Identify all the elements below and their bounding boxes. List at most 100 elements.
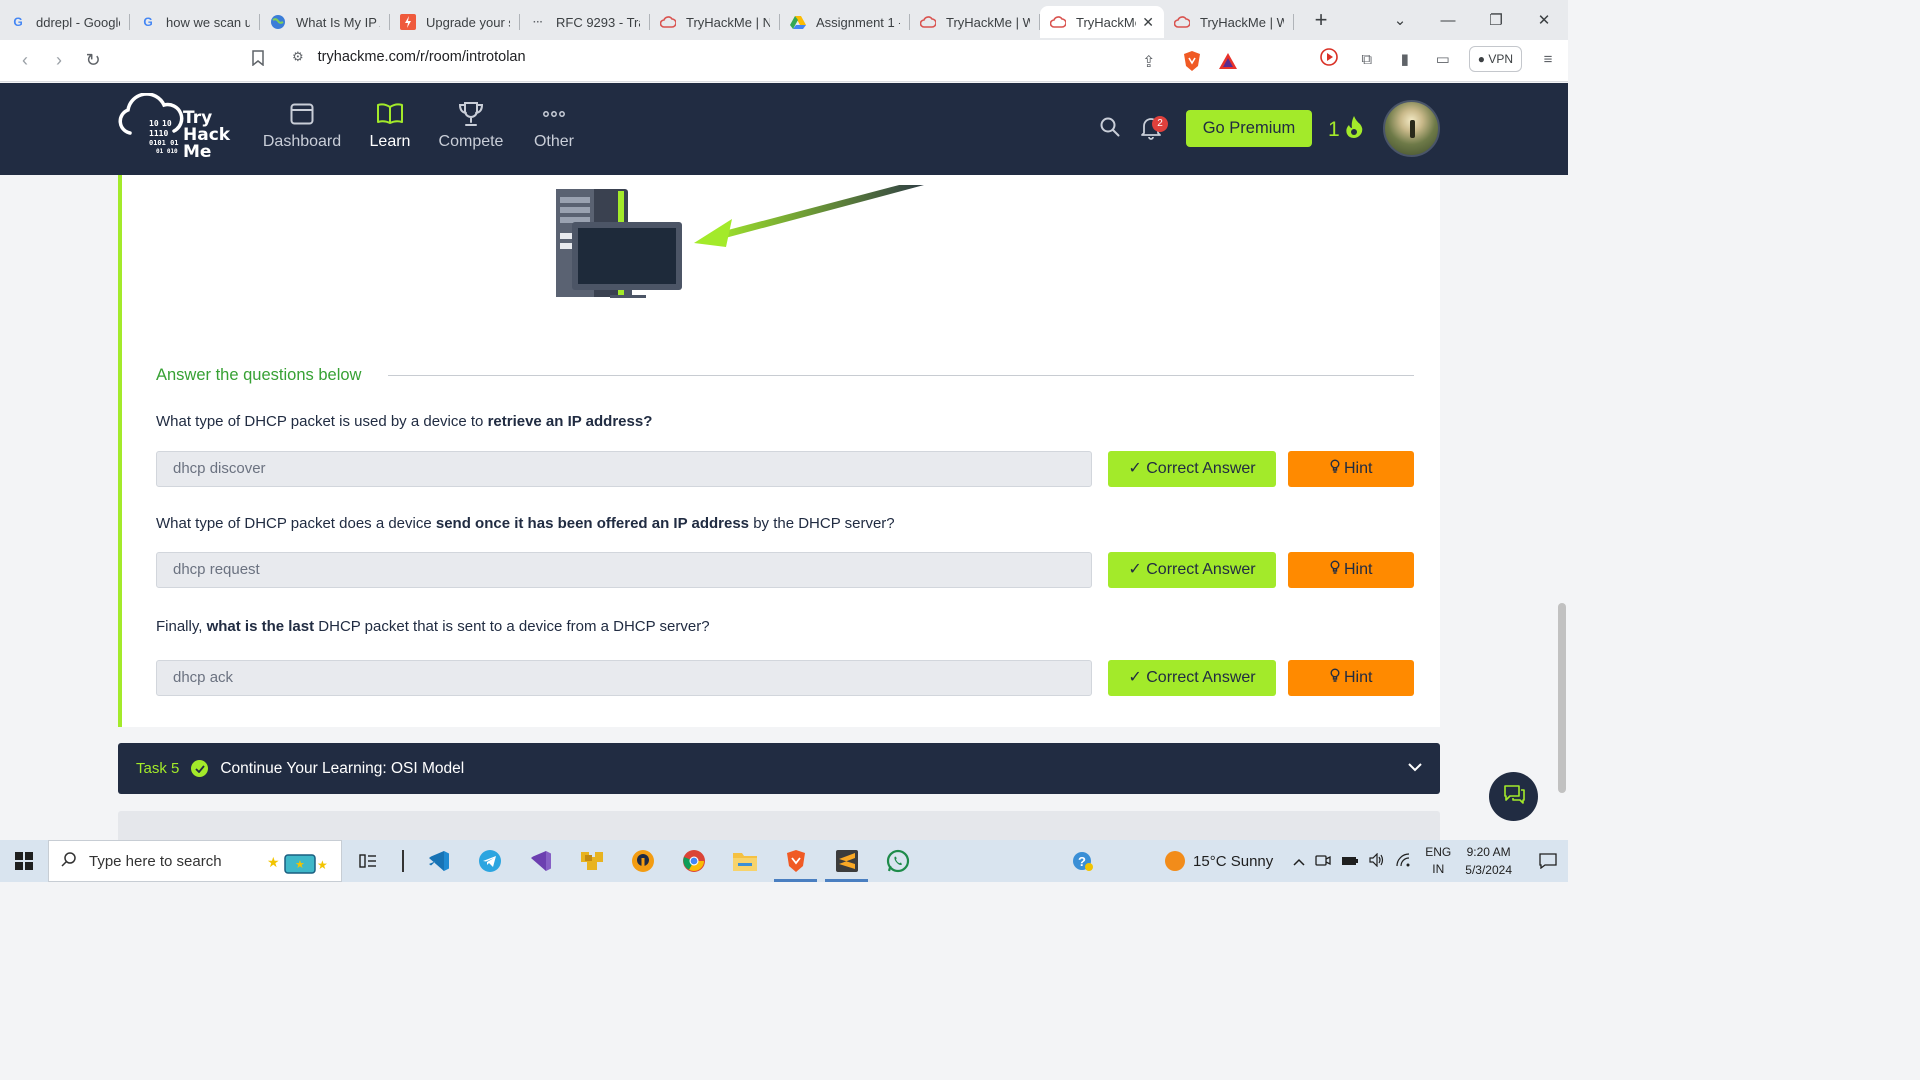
- tab-title: ddrepl - Google: [36, 14, 120, 30]
- next-card: [118, 811, 1440, 840]
- browser-tab[interactable]: TryHackMe | W: [1164, 6, 1294, 38]
- battery-icon[interactable]: [1341, 854, 1359, 869]
- windows-start-button[interactable]: [0, 840, 48, 882]
- share-icon[interactable]: ⇪: [1142, 52, 1155, 72]
- nav-other[interactable]: Other: [530, 99, 578, 151]
- restore-icon[interactable]: ❐: [1472, 11, 1520, 29]
- chevron-down-icon[interactable]: [1408, 759, 1422, 777]
- weather-widget[interactable]: 15°C Sunny: [1165, 851, 1273, 871]
- question-part: Finally,: [156, 618, 207, 635]
- forward-icon[interactable]: ›: [42, 50, 76, 71]
- telegram-icon[interactable]: [464, 840, 515, 882]
- nav-learn[interactable]: Learn: [366, 99, 414, 151]
- minimize-icon[interactable]: —: [1424, 12, 1472, 29]
- browser-tab[interactable]: TryHackMe | Ne: [650, 6, 780, 38]
- chat-button[interactable]: [1489, 772, 1538, 821]
- whatsapp-icon[interactable]: [872, 840, 923, 882]
- answer-field[interactable]: dhcp ack: [156, 660, 1092, 696]
- sublime-text-icon[interactable]: [821, 840, 872, 882]
- browser-tab[interactable]: What Is My IP A: [260, 6, 390, 38]
- tab-title: Upgrade your s: [426, 14, 510, 30]
- site-settings-icon[interactable]: ⚙: [292, 49, 304, 65]
- user-avatar[interactable]: [1383, 100, 1440, 157]
- svg-text:★: ★: [317, 858, 328, 872]
- help-icon[interactable]: ?: [1057, 840, 1108, 882]
- volume-icon[interactable]: [1369, 852, 1385, 870]
- check-icon: ✓: [1128, 561, 1142, 578]
- extensions-icon[interactable]: ⧉: [1355, 51, 1379, 68]
- brave-shield-icon[interactable]: [1182, 50, 1202, 72]
- page-scrollbar[interactable]: [1558, 603, 1566, 793]
- close-window-icon[interactable]: ✕: [1520, 11, 1568, 29]
- media-play-icon[interactable]: [1317, 48, 1341, 70]
- back-icon[interactable]: ‹: [8, 50, 42, 71]
- visual-studio-icon[interactable]: [515, 840, 566, 882]
- windows-taskbar: Type here to search ★ ★ ★ ? 15°C Sunny E…: [0, 840, 1568, 882]
- browser-tab[interactable]: G how we scan u: [130, 6, 260, 38]
- chat-icon: [1501, 782, 1527, 811]
- vpn-button[interactable]: ● VPN: [1468, 46, 1522, 72]
- bitwarden-lock-icon[interactable]: [617, 840, 668, 882]
- nav-label: Other: [533, 133, 574, 150]
- nav-dashboard[interactable]: Dashboard: [262, 99, 342, 151]
- notification-center-icon[interactable]: [1528, 853, 1568, 869]
- menu-icon[interactable]: ≡: [1536, 51, 1560, 68]
- browser-tab[interactable]: TryHackMe | W: [910, 6, 1040, 38]
- search-icon[interactable]: [1100, 117, 1120, 142]
- search-icon: [61, 851, 77, 871]
- tryhackme-icon: [1050, 14, 1066, 30]
- svg-text:01 010: 01 010: [156, 148, 178, 155]
- logo-line: Me: [183, 142, 212, 162]
- answer-field[interactable]: dhcp request: [156, 552, 1092, 588]
- hint-button[interactable]: Hint: [1288, 451, 1414, 487]
- chevron-up-icon[interactable]: [1293, 854, 1305, 869]
- correct-answer-button[interactable]: ✓ Correct Answer: [1108, 451, 1276, 487]
- wifi-icon[interactable]: [1395, 852, 1411, 870]
- sidebar-icon[interactable]: ▮: [1393, 50, 1417, 68]
- nav-label: Dashboard: [262, 133, 342, 150]
- url-text: tryhackme.com/r/room/introtolan: [317, 49, 526, 65]
- streak-counter[interactable]: 1: [1328, 115, 1364, 145]
- new-tab-button[interactable]: +: [1306, 7, 1336, 33]
- bookmark-icon[interactable]: [252, 50, 264, 71]
- system-clock[interactable]: 9:20 AM 5/3/2024: [1465, 843, 1512, 879]
- window-controls: ⌄ — ❐ ✕: [1376, 0, 1568, 40]
- brave-browser-icon[interactable]: [770, 840, 821, 882]
- svg-text:10: 10: [149, 119, 159, 128]
- tab-list-icon[interactable]: ⌄: [1376, 11, 1424, 29]
- svg-text:★: ★: [295, 859, 305, 871]
- drive-icon: [790, 14, 806, 30]
- go-premium-button[interactable]: Go Premium: [1186, 110, 1312, 147]
- correct-answer-button[interactable]: ✓ Correct Answer: [1108, 552, 1276, 588]
- hint-button[interactable]: Hint: [1288, 552, 1414, 588]
- url-field[interactable]: ⚙ tryhackme.com/r/room/introtolan: [292, 49, 526, 65]
- svg-text:?: ?: [1078, 854, 1086, 869]
- browser-tab[interactable]: Upgrade your s: [390, 6, 520, 38]
- region-code: IN: [1432, 862, 1445, 876]
- brave-rewards-icon[interactable]: [1218, 52, 1238, 70]
- hint-button[interactable]: Hint: [1288, 660, 1414, 696]
- taskbar-search[interactable]: Type here to search ★ ★ ★: [48, 840, 342, 882]
- input-language[interactable]: ENG IN: [1425, 844, 1451, 878]
- file-explorer-icon[interactable]: [719, 840, 770, 882]
- close-tab-icon[interactable]: ✕: [1142, 14, 1154, 31]
- nav-compete[interactable]: Compete: [436, 99, 506, 151]
- correct-answer-button[interactable]: ✓ Correct Answer: [1108, 660, 1276, 696]
- browser-tab[interactable]: ··· RFC 9293 - Tran: [520, 6, 650, 38]
- wallet-icon[interactable]: ▭: [1431, 50, 1455, 68]
- button-label: Hint: [1344, 561, 1373, 578]
- vscode-icon[interactable]: [413, 840, 464, 882]
- task-view-icon[interactable]: [342, 840, 393, 882]
- question-emphasis: retrieve an IP address?: [487, 413, 653, 430]
- camera-icon[interactable]: [1315, 853, 1331, 870]
- chrome-icon[interactable]: [668, 840, 719, 882]
- browser-tab[interactable]: Assignment 1 -: [780, 6, 910, 38]
- reload-icon[interactable]: ↻: [76, 50, 110, 71]
- browser-tab-active[interactable]: TryHackMe ✕: [1040, 6, 1164, 38]
- answer-field[interactable]: dhcp discover: [156, 451, 1092, 487]
- task-5-header[interactable]: Task 5 Continue Your Learning: OSI Model: [118, 743, 1440, 794]
- notification-badge: 2: [1152, 116, 1168, 132]
- answer-section-title: Answer the questions below: [156, 366, 362, 384]
- windows-tool-icon[interactable]: [566, 840, 617, 882]
- browser-tab[interactable]: G ddrepl - Google: [0, 6, 130, 38]
